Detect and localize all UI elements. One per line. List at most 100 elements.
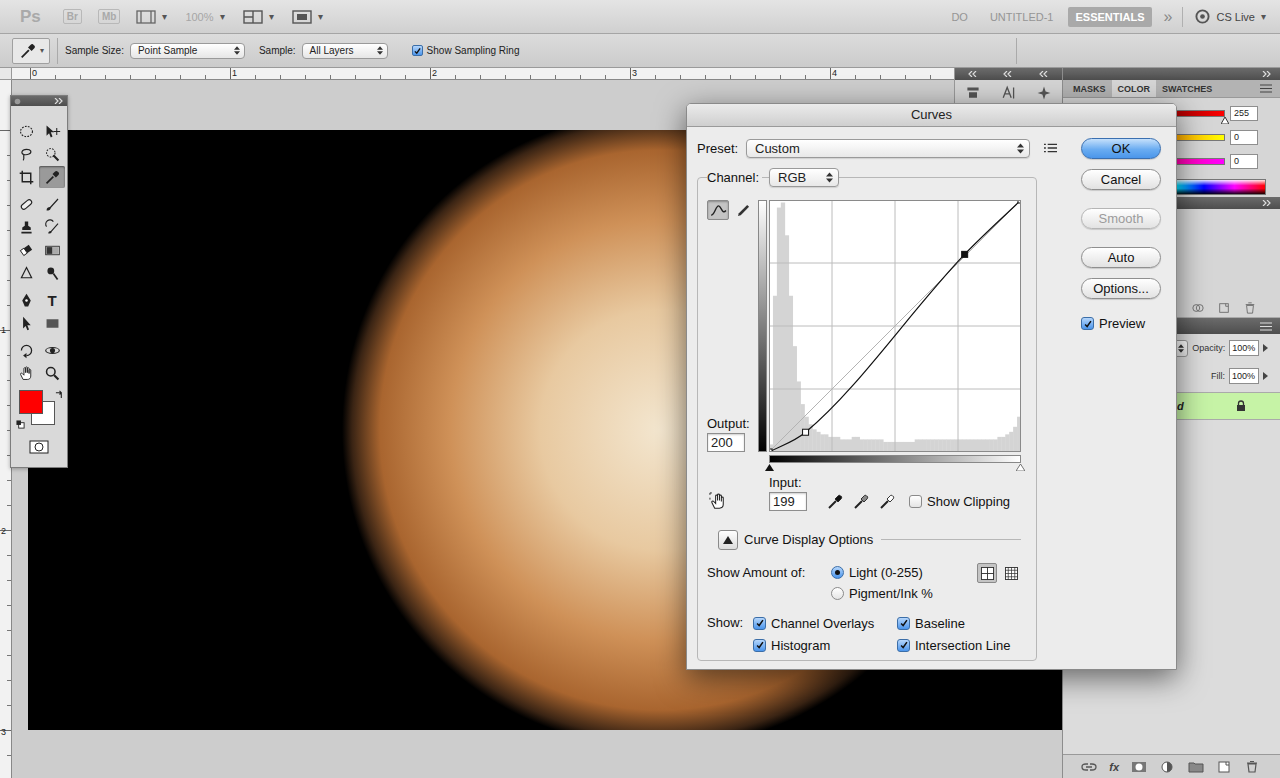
arrange-documents-button[interactable]: ▾ — [243, 10, 274, 24]
dialog-button[interactable]: OK — [1081, 138, 1161, 159]
folder-icon[interactable] — [1188, 761, 1204, 773]
channel-select[interactable]: RGB — [769, 168, 839, 187]
tool-button[interactable] — [39, 262, 65, 284]
show-option-checkbox[interactable]: Histogram — [753, 634, 897, 656]
dock-panel-button[interactable] — [1032, 83, 1056, 103]
slider-thumb-icon[interactable] — [1221, 117, 1229, 124]
radio-button[interactable] — [831, 587, 844, 600]
workspace-button[interactable]: UNTITLED-1 — [983, 7, 1061, 27]
view-extras-button[interactable]: ▾ — [136, 10, 167, 24]
curve-graph[interactable] — [769, 200, 1021, 452]
tool-button[interactable] — [39, 312, 65, 334]
workspace-button[interactable]: DO — [944, 7, 975, 27]
color-value-field[interactable]: 0 — [1230, 154, 1258, 169]
tool-button[interactable] — [13, 216, 39, 238]
curve-point[interactable] — [962, 251, 968, 257]
sampler-button[interactable] — [879, 494, 895, 510]
collapse-icon[interactable] — [1039, 71, 1049, 77]
preset-options-icon[interactable] — [1044, 143, 1057, 153]
checkbox[interactable] — [412, 45, 423, 56]
zoom-level-menu[interactable]: 100%▾ — [185, 11, 224, 23]
tool-button[interactable] — [13, 262, 39, 284]
quick-mask-button[interactable] — [13, 440, 65, 454]
dock-panel-button[interactable] — [996, 83, 1020, 103]
show-sampling-ring-checkbox[interactable]: Show Sampling Ring — [412, 45, 520, 56]
checkbox[interactable] — [753, 639, 766, 652]
checkbox[interactable] — [753, 617, 766, 630]
amount-radio[interactable]: Pigment/Ink % — [831, 583, 933, 604]
edit-mode-button[interactable] — [732, 200, 754, 220]
tool-button[interactable] — [39, 120, 65, 142]
new-icon[interactable] — [1218, 302, 1230, 314]
black-point-slider-icon[interactable] — [765, 464, 774, 471]
checkbox[interactable] — [1081, 317, 1094, 330]
checkbox[interactable] — [897, 639, 910, 652]
trash-icon[interactable] — [1244, 761, 1260, 773]
checkbox[interactable] — [897, 617, 910, 630]
app-launch-button[interactable]: Mb — [98, 9, 120, 24]
tool-button[interactable] — [39, 216, 65, 238]
tool-button[interactable] — [13, 239, 39, 261]
tool-button[interactable] — [13, 312, 39, 334]
tool-button[interactable] — [39, 166, 65, 188]
dialog-title-bar[interactable]: Curves — [687, 104, 1176, 127]
tool-button[interactable] — [13, 120, 39, 142]
layer-style-button[interactable]: fx — [1109, 761, 1119, 773]
tool-button[interactable] — [13, 339, 39, 361]
panel-tab[interactable]: MASKS — [1067, 80, 1112, 97]
sampler-button[interactable] — [827, 494, 843, 510]
dock-panel-button[interactable] — [961, 83, 985, 103]
app-launch-button[interactable]: Br — [63, 9, 82, 24]
tool-button[interactable] — [13, 143, 39, 165]
tool-button[interactable] — [13, 193, 39, 215]
preview-checkbox[interactable]: Preview — [1081, 316, 1161, 331]
panel-tab[interactable]: SWATCHES — [1156, 80, 1218, 97]
radio-button[interactable] — [831, 566, 844, 579]
screen-mode-button[interactable]: ▾ — [292, 10, 323, 24]
tool-button[interactable] — [39, 362, 65, 384]
adjustment-layer-icon[interactable] — [1159, 761, 1175, 773]
swap-colors-icon[interactable] — [55, 390, 64, 399]
collapse-icon[interactable] — [1003, 71, 1013, 77]
clip-icon[interactable] — [1192, 302, 1204, 314]
collapse-icon[interactable] — [968, 71, 978, 77]
horizontal-ruler[interactable]: 01234 — [12, 68, 1062, 80]
tool-button[interactable] — [39, 193, 65, 215]
trash-icon[interactable] — [1244, 302, 1256, 314]
dialog-button[interactable]: Cancel — [1081, 169, 1161, 190]
checkbox[interactable] — [909, 495, 922, 508]
panel-header[interactable] — [1063, 68, 1280, 80]
show-clipping-checkbox[interactable]: Show Clipping — [909, 492, 1010, 511]
sample-size-select[interactable]: Point Sample — [130, 43, 245, 59]
tool-button[interactable] — [13, 166, 39, 188]
dock-header[interactable] — [955, 68, 1062, 80]
white-point-slider-icon[interactable] — [1016, 464, 1025, 471]
tool-button[interactable]: T — [39, 289, 65, 311]
expand-icon[interactable] — [54, 98, 64, 104]
edit-mode-button[interactable] — [707, 200, 729, 220]
show-option-checkbox[interactable]: Intersection Line — [897, 634, 1027, 656]
color-value-field[interactable]: 0 — [1230, 130, 1258, 145]
show-option-checkbox[interactable]: Baseline — [897, 612, 1027, 634]
opacity-field[interactable]: 100% — [1229, 340, 1259, 356]
slider-arrow-icon[interactable] — [1263, 372, 1268, 380]
collapse-icon[interactable] — [1262, 71, 1272, 77]
default-colors-icon[interactable] — [16, 420, 25, 429]
color-value-field[interactable]: 255 — [1230, 106, 1258, 121]
tool-button[interactable] — [13, 289, 39, 311]
sample-select[interactable]: All Layers — [302, 43, 388, 59]
output-field[interactable]: 200 — [707, 433, 745, 452]
tools-panel-header[interactable] — [11, 96, 67, 106]
panel-menu-icon[interactable] — [1260, 84, 1272, 93]
amount-radio[interactable]: Light (0-255) — [831, 562, 933, 583]
close-icon[interactable] — [14, 98, 21, 105]
preset-select[interactable]: Custom — [746, 139, 1030, 158]
more-workspaces-button[interactable]: » — [1164, 8, 1173, 26]
show-option-checkbox[interactable]: Channel Overlays — [753, 612, 897, 634]
workspace-button[interactable]: ESSENTIALS — [1068, 7, 1151, 27]
grid-size-button[interactable] — [1001, 563, 1021, 583]
curve-point[interactable] — [803, 429, 809, 435]
link-icon[interactable] — [1081, 761, 1097, 773]
tool-preset-picker[interactable]: ▾ — [12, 38, 50, 64]
curve-line[interactable] — [769, 200, 1021, 452]
